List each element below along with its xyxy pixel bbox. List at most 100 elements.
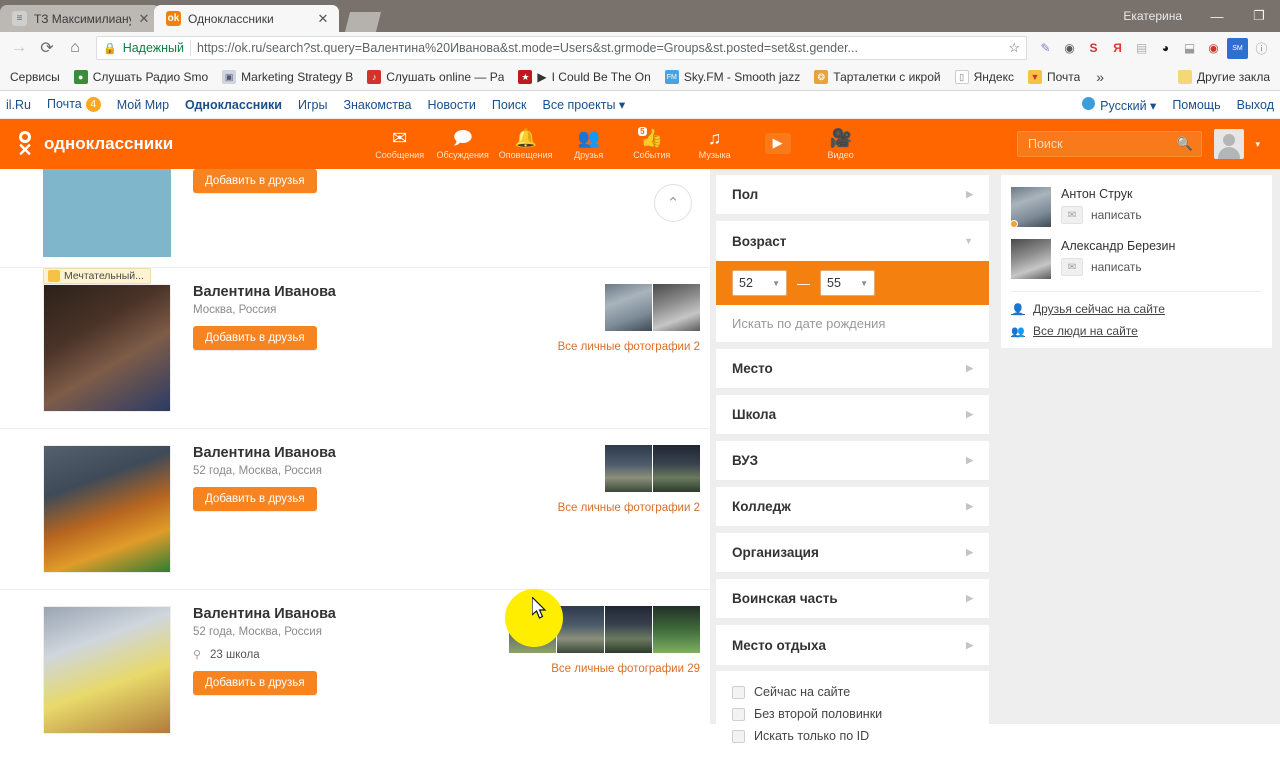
filter-military-unit[interactable]: Воинская часть ▶ xyxy=(716,579,989,619)
home-icon[interactable]: ⌂ xyxy=(62,35,88,61)
bookmark-item[interactable]: FM Sky.FM - Smooth jazz xyxy=(659,67,806,87)
checkbox-icon[interactable] xyxy=(732,729,745,743)
bookmark-item[interactable]: ★ ▶ I Could Be The On xyxy=(512,67,656,87)
photo-thumb[interactable] xyxy=(653,445,700,492)
profile-photo[interactable] xyxy=(43,284,171,412)
scroll-to-top-button[interactable]: ⌃ xyxy=(654,184,692,222)
close-icon[interactable]: ✕ xyxy=(138,11,150,27)
photo-thumb[interactable] xyxy=(557,606,604,653)
logout-link[interactable]: Выход xyxy=(1237,98,1274,112)
avatar[interactable] xyxy=(1011,187,1051,227)
mood-badge[interactable]: Мечтательный... xyxy=(43,268,151,284)
age-from-select[interactable]: 52 ▼ xyxy=(732,270,787,296)
mailru-link-moymir[interactable]: Мой Мир xyxy=(117,98,169,112)
friend-name[interactable]: Александр Березин xyxy=(1061,239,1175,253)
filter-gender[interactable]: Пол ▶ xyxy=(716,175,989,215)
checkbox-icon[interactable] xyxy=(732,685,745,699)
nav-video[interactable]: 🎥 Видео xyxy=(809,128,872,160)
opera-extension-icon[interactable]: ◕ xyxy=(1155,38,1176,59)
screenshot-extension-icon[interactable]: ⬓ xyxy=(1179,38,1200,59)
friend-item[interactable]: Антон Струк ✉ написать xyxy=(1011,183,1262,235)
mailru-link-mail[interactable]: Почта 4 xyxy=(47,97,101,113)
ok-search-box[interactable]: 🔍 xyxy=(1017,131,1202,157)
bookmarks-overflow-button[interactable]: » xyxy=(1088,67,1112,87)
ok-search-input[interactable] xyxy=(1026,136,1177,152)
ok-logo[interactable]: ✕ одноклассники xyxy=(0,131,173,159)
result-name[interactable]: Валентина Иванова xyxy=(193,284,500,300)
nav-play[interactable]: ▶ xyxy=(746,133,809,155)
profile-photo[interactable] xyxy=(43,606,171,734)
add-friend-button[interactable]: Добавить в друзья xyxy=(193,487,317,511)
friend-item[interactable]: Александр Березин ✉ написать xyxy=(1011,235,1262,287)
browser-tab-2[interactable]: ok Одноклассники ✕ xyxy=(154,5,339,32)
write-message-action[interactable]: ✉ написать xyxy=(1061,258,1175,276)
all-photos-link[interactable]: Все личные фотографии 2 xyxy=(500,502,700,514)
all-photos-link[interactable]: Все личные фотографии 2 xyxy=(500,341,700,353)
url-text[interactable]: https://ok.ru/search?st.query=Валентина%… xyxy=(197,41,998,55)
sm-extension-icon[interactable]: SM xyxy=(1227,37,1248,59)
mailru-link-dating[interactable]: Знакомства xyxy=(343,98,411,112)
pen-extension-icon[interactable]: ✎ xyxy=(1035,38,1056,59)
checkbox-online-now[interactable]: Сейчас на сайте xyxy=(732,681,973,703)
friend-name[interactable]: Антон Струк xyxy=(1061,187,1142,201)
profile-photo[interactable] xyxy=(43,445,171,573)
photo-thumb[interactable] xyxy=(605,606,652,653)
write-message-action[interactable]: ✉ написать xyxy=(1061,206,1142,224)
maximize-button[interactable]: ❐ xyxy=(1238,0,1280,32)
location-extension-icon[interactable]: ◉ xyxy=(1203,38,1224,59)
close-icon[interactable]: ✕ xyxy=(317,11,329,27)
photo-thumb[interactable] xyxy=(605,284,652,331)
bookmark-item[interactable]: ▼ Почта xyxy=(1022,67,1086,87)
mailru-link-mailru[interactable]: il.Ru xyxy=(6,98,31,112)
language-selector[interactable]: Русский ▾ xyxy=(1082,96,1156,113)
mailru-link-games[interactable]: Игры xyxy=(298,98,327,112)
address-bar[interactable]: 🔒 Надежный https://ok.ru/search?st.query… xyxy=(96,36,1027,60)
all-people-online-link[interactable]: 👥 Все люди на сайте xyxy=(1011,320,1262,342)
bookmark-item[interactable]: ▣ Marketing Strategy B xyxy=(216,67,359,87)
mailru-link-all-projects[interactable]: Все проекты ▾ xyxy=(542,97,625,112)
window-user-label[interactable]: Екатерина xyxy=(1109,9,1196,23)
nav-notifications[interactable]: 🔔 Оповещения xyxy=(494,128,557,160)
all-photos-link[interactable]: Все личные фотографии 29 xyxy=(500,663,700,675)
add-friend-button[interactable]: Добавить в друзья xyxy=(193,671,317,695)
bookmark-star-icon[interactable]: ☆ xyxy=(1004,40,1020,56)
bookmark-item[interactable]: ● Слушать Радио Smo xyxy=(68,67,214,87)
filter-vacation-place[interactable]: Место отдыха ▶ xyxy=(716,625,989,665)
photo-thumb[interactable] xyxy=(653,606,700,653)
add-friend-button[interactable]: Добавить в друзья xyxy=(193,169,317,193)
filter-age[interactable]: Возраст ▼ xyxy=(716,221,989,261)
filter-university[interactable]: ВУЗ ▶ xyxy=(716,441,989,481)
nav-music[interactable]: ♫ Музыка xyxy=(683,128,746,160)
filter-organization[interactable]: Организация ▶ xyxy=(716,533,989,573)
birthdate-search-field[interactable]: Искать по дате рождения xyxy=(716,305,989,343)
result-name[interactable]: Валентина Иванова xyxy=(193,606,500,622)
mailru-link-search[interactable]: Поиск xyxy=(492,98,527,112)
photo-thumb[interactable] xyxy=(653,284,700,331)
help-link[interactable]: Помощь xyxy=(1172,98,1220,112)
checkbox-icon[interactable] xyxy=(732,707,745,721)
reload-icon[interactable]: ⟳ xyxy=(34,35,60,61)
school-label[interactable]: 23 школа xyxy=(210,649,260,661)
mailru-link-news[interactable]: Новости xyxy=(427,98,475,112)
mailru-link-odnoklassniki[interactable]: Одноклассники xyxy=(185,98,282,112)
filter-school[interactable]: Школа ▶ xyxy=(716,395,989,435)
bookmark-item[interactable]: ▯ Яндекс xyxy=(949,67,1020,87)
search-icon[interactable]: 🔍 xyxy=(1177,136,1193,152)
filter-place[interactable]: Место ▶ xyxy=(716,349,989,389)
browser-tab-1[interactable]: ≡ ТЗ Максимилиану - Goo ✕ xyxy=(0,5,160,32)
result-name[interactable]: Валентина Иванова xyxy=(193,445,500,461)
chevron-down-icon[interactable]: ▾ xyxy=(1255,139,1260,150)
friends-online-link[interactable]: 👤 Друзья сейчас на сайте xyxy=(1011,298,1262,320)
filter-college[interactable]: Колледж ▶ xyxy=(716,487,989,527)
new-tab-button[interactable] xyxy=(345,12,381,32)
savefrom-extension-icon[interactable]: S xyxy=(1083,38,1104,59)
avatar[interactable] xyxy=(1214,129,1244,159)
avatar[interactable] xyxy=(1011,239,1051,279)
other-bookmarks-button[interactable]: Другие закла xyxy=(1172,67,1276,87)
nav-events[interactable]: 5 👍 События xyxy=(620,127,683,160)
nav-friends[interactable]: 👥 Друзья xyxy=(557,128,620,160)
back-arrow-icon[interactable]: → xyxy=(6,35,32,61)
bookmark-item[interactable]: ♪ Слушать online — Pa xyxy=(361,67,510,87)
add-friend-button[interactable]: Добавить в друзья xyxy=(193,326,317,350)
camera-extension-icon[interactable]: ◉ xyxy=(1059,38,1080,59)
